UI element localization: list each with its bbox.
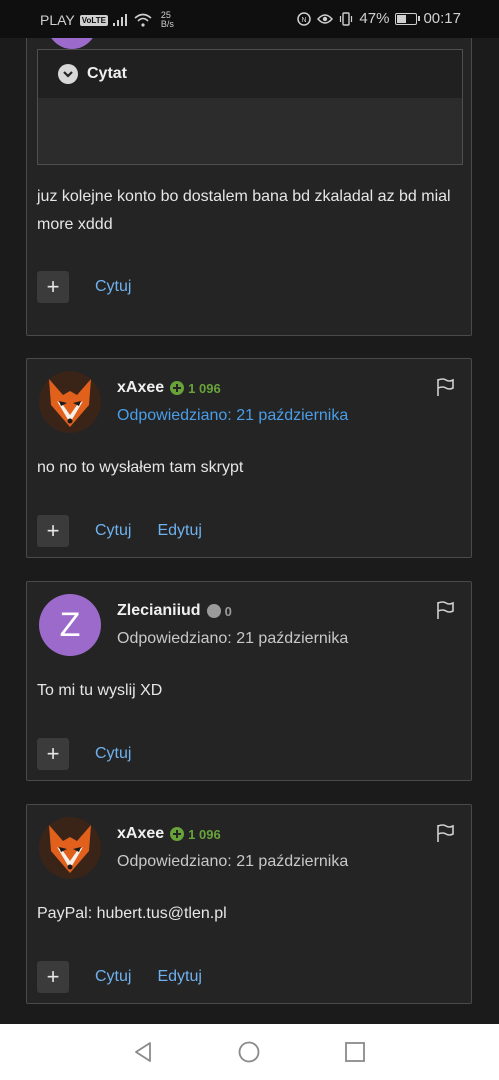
react-plus-button[interactable]: +	[37, 738, 69, 770]
svg-text:N: N	[302, 17, 307, 24]
reputation-badge: 1 096	[170, 827, 221, 842]
post: Cytat juz kolejne konto bo dostalem bana…	[26, 38, 472, 336]
post: xAxee 1 096 Odpowiedziano: 21 październi…	[26, 358, 472, 558]
vibrate-icon	[340, 11, 353, 26]
react-plus-button[interactable]: +	[37, 515, 69, 547]
battery-percent: 47%	[359, 10, 390, 27]
avatar[interactable]	[39, 817, 101, 879]
navigation-bar	[0, 1024, 499, 1080]
flag-icon[interactable]	[435, 600, 455, 620]
post: Z Zlecianiiud 0 Odpowiedziano: 21 paździ…	[26, 581, 472, 781]
quote-block: Cytat	[37, 49, 463, 165]
fox-avatar-image	[39, 817, 101, 879]
author-name[interactable]: xAxee	[117, 379, 164, 397]
avatar[interactable]	[47, 38, 97, 49]
eye-icon	[317, 13, 334, 24]
wifi-icon	[134, 13, 152, 27]
fox-avatar-image	[39, 371, 101, 433]
battery-icon	[395, 12, 421, 25]
post-content: juz kolejne konto bo dostalem bana bd zk…	[37, 188, 451, 233]
author-name[interactable]: xAxee	[117, 825, 164, 843]
flag-icon[interactable]	[435, 377, 455, 397]
recents-icon[interactable]	[344, 1041, 366, 1063]
plus-circle-icon	[170, 381, 185, 395]
carrier-label: PLAY	[40, 12, 75, 28]
edit-button[interactable]: Edytuj	[157, 522, 201, 540]
flag-icon[interactable]	[435, 823, 455, 843]
quote-button[interactable]: Cytuj	[95, 968, 131, 986]
post-date[interactable]: Odpowiedziano: 21 października	[117, 853, 348, 871]
posts-feed[interactable]: Cytat juz kolejne konto bo dostalem bana…	[0, 38, 499, 1024]
post-date[interactable]: Odpowiedziano: 21 października	[117, 407, 348, 425]
post-date[interactable]: Odpowiedziano: 21 października	[117, 630, 348, 648]
quote-button[interactable]: Cytuj	[95, 278, 131, 296]
post-content: no no to wysłałem tam skrypt	[37, 459, 244, 476]
reputation-badge: 0	[206, 604, 232, 619]
chevron-down-icon[interactable]	[58, 64, 78, 84]
volte-badge: VoLTE	[79, 14, 108, 26]
status-bar: PLAY VoLTE 25 B/s N 47% 00:17	[0, 0, 499, 38]
clock: 00:17	[423, 10, 461, 27]
avatar[interactable]	[39, 371, 101, 433]
react-plus-button[interactable]: +	[37, 961, 69, 993]
react-plus-button[interactable]: +	[37, 271, 69, 303]
edit-button[interactable]: Edytuj	[157, 968, 201, 986]
quote-header[interactable]: Cytat	[38, 50, 462, 98]
plus-circle-icon	[170, 827, 185, 841]
back-icon[interactable]	[132, 1041, 154, 1063]
quote-button[interactable]: Cytuj	[95, 522, 131, 540]
home-icon[interactable]	[238, 1041, 260, 1063]
signal-icon	[112, 14, 127, 26]
post-content: To mi tu wyslij XD	[37, 682, 163, 699]
quote-label: Cytat	[87, 65, 128, 82]
network-speed: 25 B/s	[160, 10, 174, 29]
post-content: PayPal: hubert.tus@tlen.pl	[37, 905, 227, 922]
post: xAxee 1 096 Odpowiedziano: 21 październi…	[26, 804, 472, 1004]
quote-button[interactable]: Cytuj	[95, 745, 131, 763]
reputation-badge: 1 096	[170, 381, 221, 396]
avatar[interactable]: Z	[39, 594, 101, 656]
author-name[interactable]: Zlecianiiud	[117, 602, 201, 620]
nfc-icon: N	[297, 11, 312, 26]
neutral-circle-icon	[206, 604, 221, 618]
